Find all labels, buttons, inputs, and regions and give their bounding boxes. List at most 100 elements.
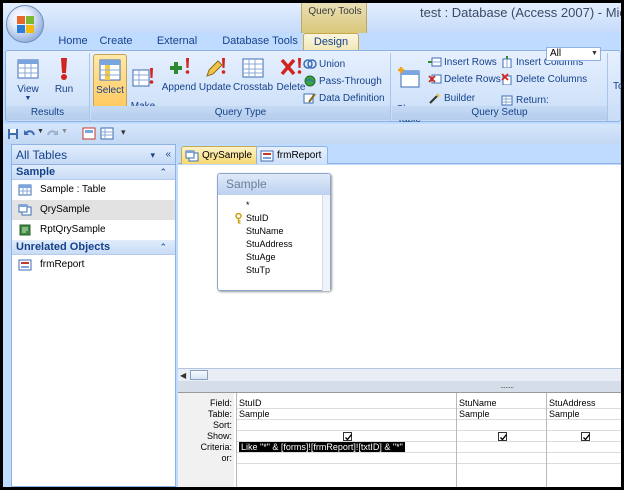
data-definition-button[interactable]: Data Definition	[303, 91, 385, 107]
nav-item-rptqrysample[interactable]: RptQrySample	[12, 220, 175, 240]
view-button[interactable]: View ▼	[12, 56, 44, 106]
field-list-scrollbar[interactable]	[322, 195, 330, 291]
show-table-icon	[398, 67, 420, 88]
delete-x-icon	[280, 58, 302, 76]
make-table-button[interactable]: Make Table	[129, 56, 157, 122]
redo-icon[interactable]	[47, 128, 59, 140]
append-button[interactable]: Append	[161, 56, 197, 106]
nav-group-sample[interactable]: Sample ⌃	[12, 165, 175, 180]
tab-frmreport[interactable]: frmReport	[256, 146, 329, 164]
grid-cell-show[interactable]	[457, 431, 546, 442]
grid-cell-table[interactable]: Sample	[237, 409, 456, 420]
grid-cell-field[interactable]: StuID	[237, 398, 456, 409]
field-item-stutp[interactable]: StuTp	[246, 264, 330, 277]
scroll-thumb[interactable]	[190, 370, 208, 380]
grid-cell-table[interactable]: Sample	[457, 409, 546, 420]
pane-splitter[interactable]: ········	[178, 381, 621, 393]
field-item-stuaddress[interactable]: StuAddress	[246, 238, 330, 251]
grid-cell-criteria[interactable]	[547, 442, 621, 453]
crosstab-button[interactable]: Crosstab	[233, 56, 273, 106]
grid-cell-or[interactable]	[457, 453, 546, 464]
grid-cell-sort[interactable]	[547, 420, 621, 431]
nav-dropdown-icon[interactable]: ▾	[150, 145, 155, 165]
scroll-left-icon[interactable]: ◀	[180, 371, 186, 380]
field-item-stuid[interactable]: StuID	[235, 212, 330, 225]
show-checkbox[interactable]	[580, 432, 590, 441]
grid-cell-show[interactable]	[547, 431, 621, 442]
tab-home[interactable]: Home	[55, 33, 91, 50]
field-list-title[interactable]: Sample	[218, 174, 330, 195]
horizontal-scrollbar[interactable]: ◀	[178, 368, 621, 381]
nav-item-qrysample[interactable]: QrySample	[12, 200, 175, 220]
nav-group-unrelated-objects[interactable]: Unrelated Objects ⌃	[12, 240, 175, 255]
grid-cell-table[interactable]: Sample	[547, 409, 621, 420]
show-table-button[interactable]: Show Table	[394, 55, 424, 125]
form-icon	[18, 259, 32, 271]
grid-cell-criteria[interactable]: Like "*" & [forms]![frmReport]![txtID] &…	[237, 442, 456, 453]
nav-header[interactable]: All Tables ▾ «	[12, 145, 175, 165]
grid-cell-field[interactable]: StuName	[457, 398, 546, 409]
nav-item-sample-table[interactable]: Sample : Table	[12, 180, 175, 200]
update-button[interactable]: Update	[197, 56, 233, 106]
insert-rows-label: Insert Rows	[444, 57, 497, 68]
make-table-icon	[132, 68, 154, 87]
chevron-up-icon[interactable]: ⌃	[159, 165, 167, 180]
field-item-stuage[interactable]: StuAge	[246, 251, 330, 264]
field-list-sample[interactable]: Sample * StuID StuName StuAddress StuAge…	[217, 173, 331, 291]
criteria-text[interactable]: Like "*" & [forms]![frmReport]![txtID] &…	[239, 442, 405, 452]
grid-cell-criteria[interactable]	[457, 442, 546, 453]
undo-icon[interactable]	[23, 128, 35, 140]
table-icon	[18, 184, 32, 196]
tab-design[interactable]: Design	[303, 33, 359, 50]
row-label-or: or:	[221, 453, 232, 463]
insert-rows-button[interactable]: Insert Rows	[428, 55, 497, 71]
union-button[interactable]: Union	[303, 57, 345, 73]
grid-cell-sort[interactable]	[237, 420, 456, 431]
field-item-stuname[interactable]: StuName	[246, 225, 330, 238]
nav-item-frmreport[interactable]: frmReport	[12, 255, 175, 275]
run-button[interactable]: Run	[48, 56, 80, 106]
builder-button[interactable]: Builder	[428, 91, 475, 107]
tab-database-tools[interactable]: Database Tools	[221, 33, 299, 50]
tab-qrysample[interactable]: QrySample	[181, 146, 260, 164]
query-design-surface[interactable]: Sample * StuID StuName StuAddress StuAge…	[178, 165, 621, 368]
delete-label: Delete	[276, 82, 306, 93]
row-label-sort: Sort:	[212, 420, 232, 430]
results-group: View ▼ Run Results	[6, 53, 90, 121]
grid-cell-or[interactable]	[237, 453, 456, 464]
select-query-button[interactable]: Select	[93, 54, 127, 108]
return-combo[interactable]: All ▼	[546, 47, 601, 61]
redo-dropdown-icon[interactable]: ▼	[61, 128, 68, 135]
customize-qat-icon[interactable]: ▾	[121, 127, 126, 138]
shutter-close-icon[interactable]: «	[165, 145, 171, 165]
delete-columns-button[interactable]: Delete Columns	[500, 72, 587, 88]
grid-column-3: StuAddress Sample	[546, 393, 621, 487]
show-checkbox[interactable]	[343, 432, 353, 441]
grid-cell-show[interactable]	[237, 431, 456, 442]
query-icon	[18, 204, 32, 216]
grid-cell-field[interactable]: StuAddress	[547, 398, 621, 409]
grid-cell-or[interactable]	[547, 453, 621, 464]
union-icon	[303, 59, 317, 70]
grid-cell-sort[interactable]	[457, 420, 546, 431]
view-label: View	[17, 84, 39, 95]
save-icon[interactable]	[7, 128, 19, 140]
update-label: Update	[198, 82, 232, 93]
office-button[interactable]	[6, 5, 44, 43]
datasheet-icon[interactable]	[100, 127, 114, 140]
checkmark-icon	[500, 434, 508, 441]
chevron-up-icon[interactable]: ⌃	[159, 240, 167, 255]
field-item-all[interactable]: *	[246, 199, 330, 212]
tab-external-data[interactable]: External Data	[145, 33, 209, 64]
pass-through-button[interactable]: Pass-Through	[303, 74, 382, 90]
show-checkbox[interactable]	[498, 432, 508, 441]
totals-button-partial[interactable]: To	[613, 79, 621, 95]
form-view-icon[interactable]	[82, 127, 96, 140]
undo-dropdown-icon[interactable]: ▼	[37, 128, 44, 135]
splitter-grip-icon[interactable]: ········	[500, 383, 514, 392]
tab-create[interactable]: Create	[96, 33, 136, 50]
row-label-field: Field:	[209, 398, 232, 408]
query-type-group-label: Query Type	[91, 106, 390, 120]
delete-rows-button[interactable]: Delete Rows	[428, 72, 501, 88]
results-group-label: Results	[6, 106, 89, 120]
